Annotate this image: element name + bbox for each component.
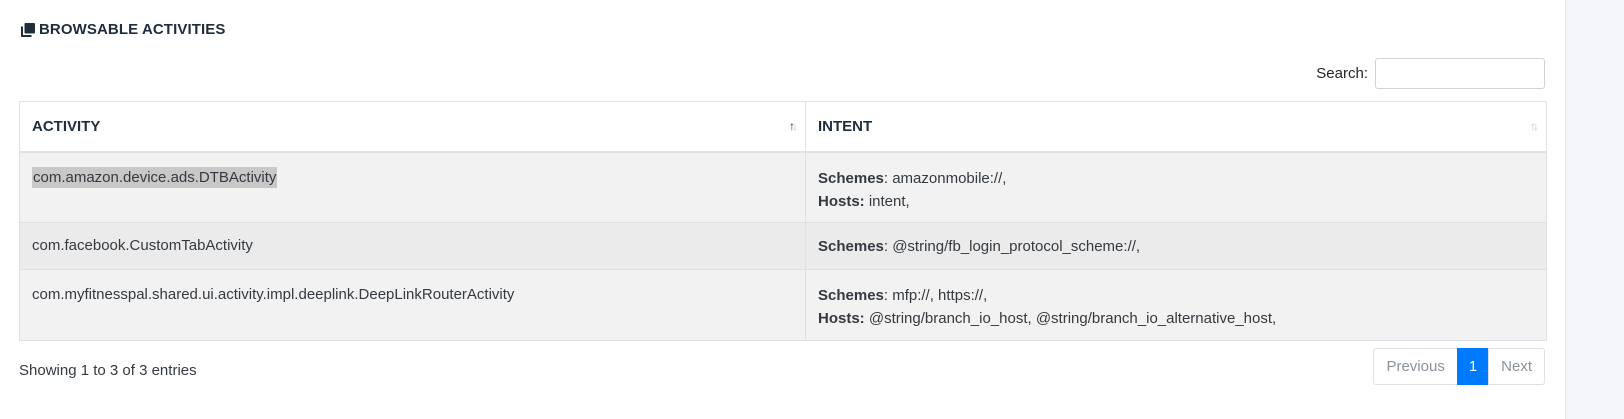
table-row: com.myfitnesspal.shared.ui.activity.impl… (19, 269, 1547, 341)
next-button[interactable]: Next (1488, 348, 1545, 385)
intent-cell: Schemes: mfp://, https://, Hosts: @strin… (805, 269, 1547, 341)
hosts-line: Hosts: intent, (818, 190, 1534, 213)
activity-name: com.myfitnesspal.shared.ui.activity.impl… (32, 286, 515, 303)
activity-name: com.facebook.CustomTabActivity (32, 237, 253, 254)
schemes-label: Schemes (818, 169, 884, 187)
intent-cell: Schemes: @string/fb_login_protocol_schem… (805, 222, 1547, 270)
schemes-label: Schemes (818, 287, 884, 304)
schemes-line: Schemes: mfp://, https://, (818, 284, 1534, 307)
section-title-text: BROWSABLE ACTIVITIES (39, 21, 226, 38)
table-info: Showing 1 to 3 of 3 entries (19, 362, 197, 379)
pagination: Previous 1 Next (1373, 348, 1545, 385)
activity-cell: com.myfitnesspal.shared.ui.activity.impl… (19, 269, 806, 341)
copy-icon (21, 22, 35, 37)
table-row: com.amazon.device.ads.DTBActivity Scheme… (19, 151, 1547, 223)
activity-cell: com.facebook.CustomTabActivity (19, 222, 806, 270)
schemes-line: Schemes: @string/fb_login_protocol_schem… (818, 235, 1534, 258)
page-1-button[interactable]: 1 (1456, 348, 1490, 385)
table-row: com.facebook.CustomTabActivity Schemes: … (19, 222, 1547, 270)
column-header-label: ACTIVITY (32, 117, 101, 135)
schemes-line: Schemes: amazonmobile://, (818, 167, 1534, 190)
sort-ascending-icon: ↑↓ (789, 119, 798, 134)
schemes-label: Schemes (818, 238, 884, 255)
activities-table: ACTIVITY ↑↓ INTENT ↑↓ com.amazon.device.… (19, 101, 1547, 341)
intent-cell: Schemes: amazonmobile://, Hosts: intent, (805, 151, 1547, 223)
schemes-value: : amazonmobile://, (883, 169, 1007, 187)
section-title: BROWSABLE ACTIVITIES (20, 21, 225, 38)
hosts-label: Hosts: (818, 310, 865, 327)
table-header-row: ACTIVITY ↑↓ INTENT ↑↓ (19, 101, 1547, 153)
schemes-value: : @string/fb_login_protocol_scheme://, (883, 238, 1141, 255)
schemes-value: : mfp://, https://, (883, 287, 988, 304)
search-input[interactable] (1375, 58, 1545, 89)
hosts-line: Hosts: @string/branch_io_host, @string/b… (818, 307, 1534, 330)
previous-button[interactable]: Previous (1373, 348, 1458, 385)
column-header-activity[interactable]: ACTIVITY ↑↓ (19, 101, 806, 153)
hosts-label: Hosts: (818, 192, 865, 210)
activity-name: com.amazon.device.ads.DTBActivity (32, 166, 278, 188)
column-header-label: INTENT (818, 117, 873, 135)
hosts-value: intent, (864, 192, 910, 210)
column-header-intent[interactable]: INTENT ↑↓ (805, 101, 1547, 153)
search-label: Search: (1316, 65, 1368, 82)
sort-both-icon: ↑↓ (1530, 119, 1539, 134)
hosts-value: @string/branch_io_host, @string/branch_i… (864, 310, 1277, 327)
browsable-activities-card: BROWSABLE ACTIVITIES Search: ACTIVITY ↑↓… (0, 0, 1566, 419)
search-box: Search: (1316, 58, 1545, 89)
activity-cell: com.amazon.device.ads.DTBActivity (19, 151, 806, 223)
